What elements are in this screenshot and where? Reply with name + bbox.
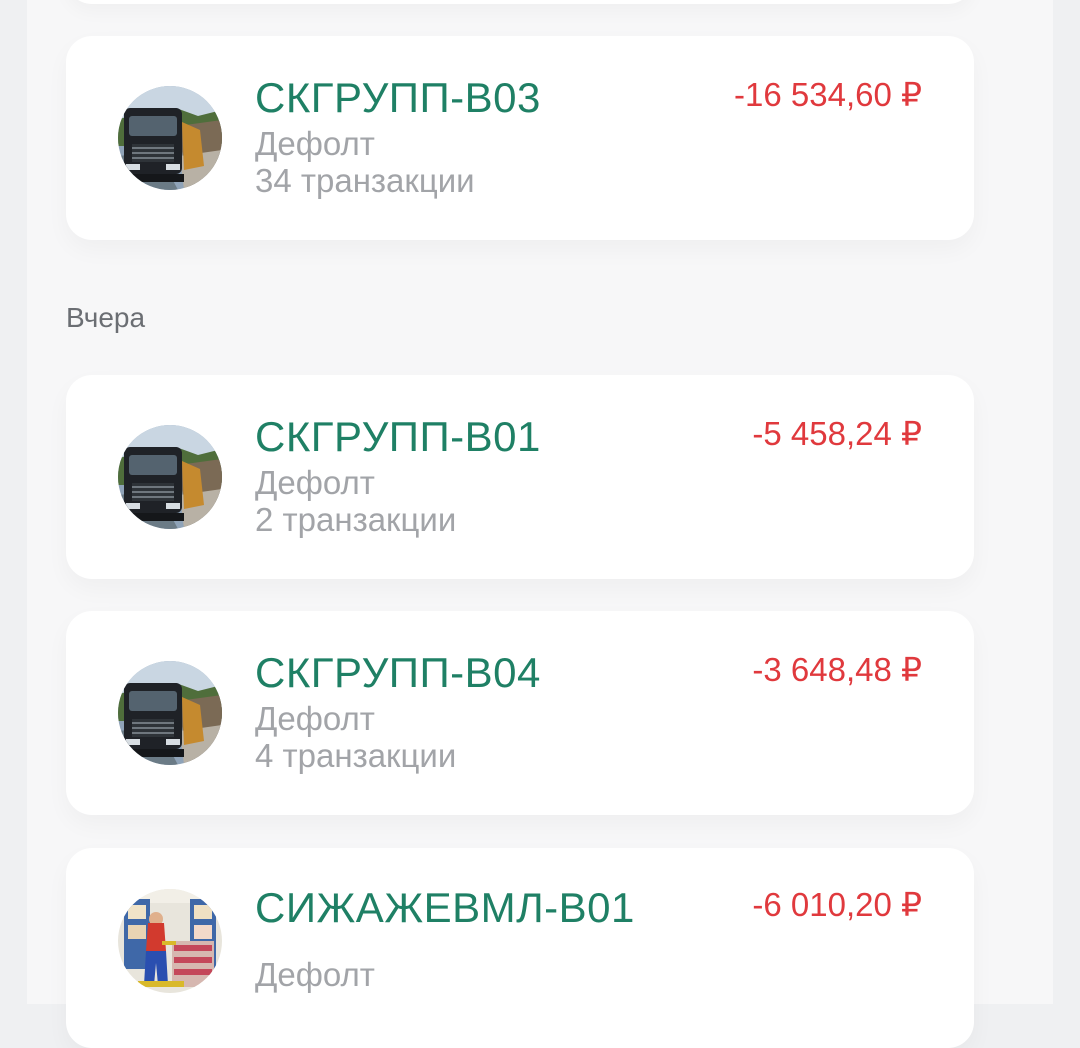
list-item[interactable]: СИЖАЖЕВМЛ-В01 Дефолт -6 010,20 ₽ xyxy=(66,848,974,1048)
transaction-count: 34 транзакции xyxy=(255,162,475,199)
transaction-count: 2 транзакции xyxy=(255,501,457,538)
transaction-count: 4 транзакции xyxy=(255,737,457,774)
amount: -6 010,20 ₽ xyxy=(752,886,922,923)
previous-card-edge xyxy=(66,0,974,4)
merchant-name: СКГРУПП-В01 xyxy=(255,413,541,460)
category-label: Дефолт xyxy=(255,464,375,501)
truck-avatar xyxy=(118,661,222,765)
merchant-name: СКГРУПП-В03 xyxy=(255,74,541,121)
amount: -5 458,24 ₽ xyxy=(752,415,922,452)
list-item[interactable]: СКГРУПП-В04 Дефолт 4 транзакции -3 648,4… xyxy=(66,611,974,815)
amount: -3 648,48 ₽ xyxy=(752,651,922,688)
truck-avatar xyxy=(118,425,222,529)
section-header: Вчера xyxy=(66,302,146,333)
amount: -16 534,60 ₽ xyxy=(734,76,922,113)
category-label: Дефолт xyxy=(255,125,375,162)
list-item[interactable]: СКГРУПП-В03 Дефолт 34 транзакции -16 534… xyxy=(66,36,974,240)
merchant-name: СИЖАЖЕВМЛ-В01 xyxy=(255,884,635,931)
merchant-name: СКГРУПП-В04 xyxy=(255,649,541,696)
warehouse-avatar xyxy=(118,889,222,993)
category-label: Дефолт xyxy=(255,956,375,993)
category-label: Дефолт xyxy=(255,700,375,737)
list-item[interactable]: СКГРУПП-В01 Дефолт 2 транзакции -5 458,2… xyxy=(66,375,974,579)
truck-avatar xyxy=(118,86,222,190)
